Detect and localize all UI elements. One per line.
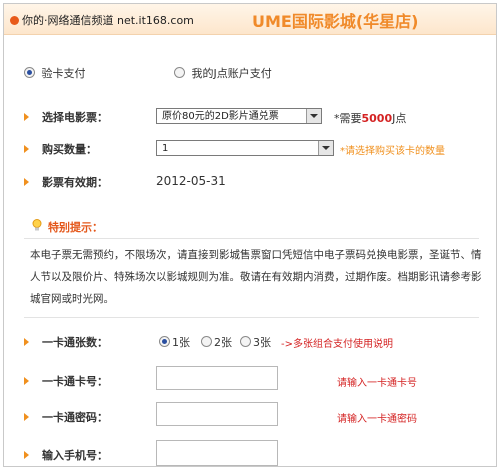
page-title-main: UME国际影城 — [252, 12, 356, 31]
card-count-label: 一卡通张数： — [42, 336, 108, 349]
payment-option-card[interactable]: 验卡支付 — [24, 65, 86, 81]
payment-card-radio[interactable] — [24, 67, 35, 78]
card-count-option-3[interactable]: 3张 — [240, 334, 271, 350]
card-password-label: 一卡通密码： — [42, 411, 108, 424]
qty-select-value: 1 — [162, 143, 169, 154]
card-number-input[interactable] — [156, 366, 278, 390]
card-count-radio[interactable] — [159, 336, 170, 347]
card-number-hint: 请输入一卡通卡号 — [337, 378, 417, 389]
card-count-option-2[interactable]: 2张 — [201, 334, 232, 350]
bullet-arrow-icon — [24, 377, 29, 385]
bullet-arrow-icon — [24, 338, 29, 346]
card-count-radio[interactable] — [201, 336, 212, 347]
watermark-logo-icon — [10, 16, 19, 25]
card-password-hint: 请输入一卡通密码 — [337, 414, 417, 425]
card-count-option-label: 3张 — [253, 336, 271, 349]
lightbulb-icon — [32, 219, 42, 231]
bullet-arrow-icon — [24, 113, 29, 121]
page-title-suffix: (华星店) — [355, 12, 419, 31]
header-banner: 你的·网络通信频道 net.it168.com UME国际影城(华星店) — [4, 4, 496, 35]
chevron-down-icon[interactable] — [306, 109, 321, 123]
movie-note: *需要5000J点 — [334, 110, 406, 126]
phone-label: 输入手机号： — [42, 449, 108, 462]
bullet-arrow-icon — [24, 413, 29, 421]
payment-card-label: 验卡支付 — [41, 67, 86, 80]
card-count-option-label: 2张 — [214, 336, 232, 349]
movie-select[interactable]: 原价80元的2D影片通兑票 — [156, 108, 322, 124]
movie-note-suffix: J点 — [392, 112, 407, 125]
validity-value: 2012-05-31 — [156, 174, 226, 188]
watermark-text: 你的·网络通信频道 net.it168.com — [22, 14, 194, 27]
tips-body: 本电子票无需预约，不限场次，请直接到影城售票窗口凭短信中电子票码兑换电影票，圣诞… — [30, 249, 482, 305]
movie-label: 选择电影票： — [42, 111, 108, 124]
payment-option-jpoints[interactable]: 我的J点账户支付 — [174, 65, 272, 81]
card-count-radio[interactable] — [240, 336, 251, 347]
tips-divider — [24, 238, 479, 239]
qty-select[interactable]: 1 — [156, 140, 334, 156]
movie-note-amount: 5000 — [361, 112, 393, 125]
movie-note-prefix: *需要 — [334, 112, 362, 125]
page-frame: 你的·网络通信频道 net.it168.com UME国际影城(华星店) 验卡支… — [3, 3, 497, 467]
card-count-option-label: 1张 — [172, 336, 190, 349]
payment-jpoints-radio[interactable] — [174, 67, 185, 78]
multi-card-help-link[interactable]: ->多张组合支付使用说明 — [281, 335, 393, 350]
validity-label: 影票有效期： — [42, 176, 108, 189]
card-count-option-1[interactable]: 1张 — [159, 334, 190, 350]
chevron-down-icon[interactable] — [318, 141, 333, 155]
bullet-arrow-icon — [24, 145, 29, 153]
card-password-input[interactable] — [156, 402, 278, 426]
qty-note: *请选择购买该卡的数量 — [340, 146, 445, 157]
payment-jpoints-label: 我的J点账户支付 — [191, 67, 272, 80]
bullet-arrow-icon — [24, 451, 29, 459]
qty-label: 购买数量： — [42, 143, 97, 156]
bullet-arrow-icon — [24, 178, 29, 186]
card-number-label: 一卡通卡号： — [42, 375, 108, 388]
tips-heading: 特别提示： — [48, 221, 103, 234]
phone-input[interactable] — [156, 440, 278, 466]
tips-divider — [24, 317, 479, 318]
movie-select-value: 原价80元的2D影片通兑票 — [162, 111, 279, 122]
page-title: UME国际影城(华星店) — [252, 8, 419, 32]
watermark: 你的·网络通信频道 net.it168.com — [10, 12, 194, 28]
